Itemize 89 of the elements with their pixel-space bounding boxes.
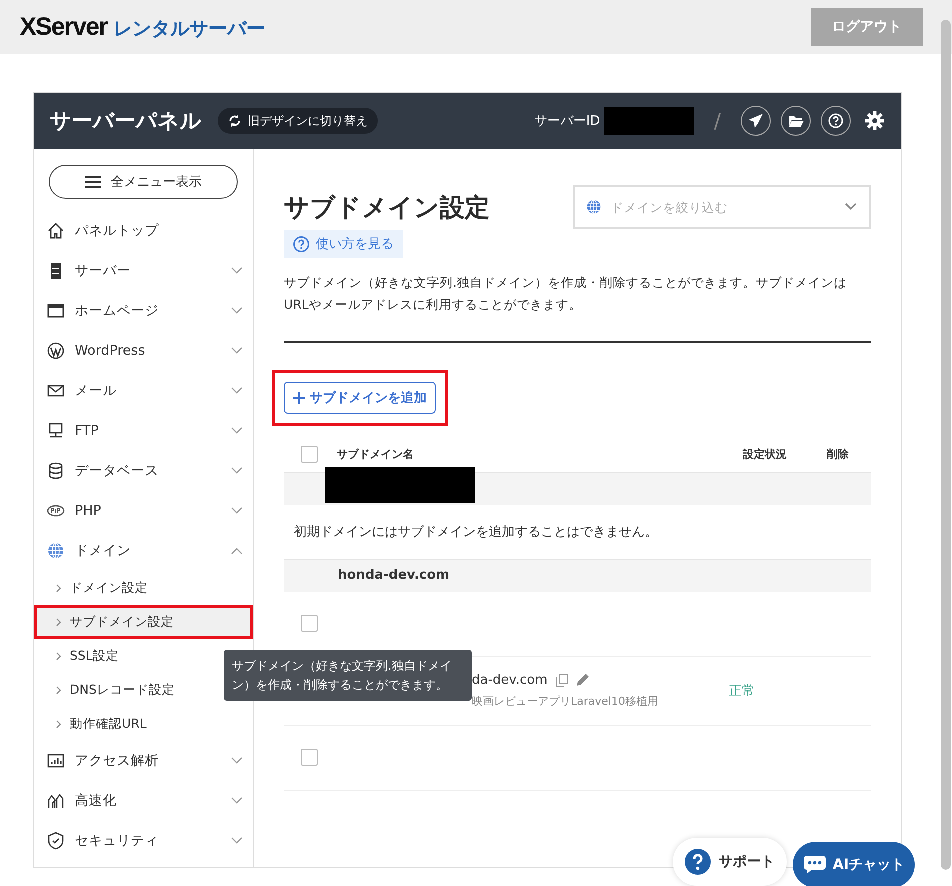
sidebar-item[interactable]: データベース xyxy=(34,451,253,491)
scrollbar[interactable] xyxy=(941,20,951,870)
description-text: サブドメイン（好きな文字列.独自ドメイン）を作成・削除することができます。サブドメインはURLやメールアドレスに利用することができます。 xyxy=(284,274,848,314)
caret-down-icon xyxy=(845,203,857,211)
sidebar-item[interactable]: ドメイン xyxy=(34,531,253,571)
row-checkbox[interactable] xyxy=(301,749,318,766)
home-icon xyxy=(47,222,65,240)
menu-icon xyxy=(85,176,101,188)
sidebar-item-label: データベース xyxy=(75,462,160,480)
submenu-item[interactable]: サブドメイン設定 xyxy=(34,605,253,639)
sidebar-item-label: ホームページ xyxy=(75,302,160,320)
send-icon[interactable] xyxy=(741,106,771,136)
chevron-right-icon xyxy=(56,720,62,728)
status-text: 正常 xyxy=(729,682,756,700)
browser-window-icon xyxy=(47,302,65,320)
sidebar-item-label: FTP xyxy=(75,423,100,439)
column-header: サブドメイン名 xyxy=(337,447,415,462)
add-subdomain-button[interactable]: サブドメインを追加 xyxy=(284,382,436,414)
chevron-right-icon xyxy=(56,584,62,592)
tooltip: サブドメイン（好きな文字列.独自ドメイン）を作成・削除することができます。 xyxy=(224,650,472,702)
sidebar-item-label: 高速化 xyxy=(75,792,118,810)
logo-wordmark[interactable]: XServer xyxy=(20,12,108,42)
row-checkbox[interactable] xyxy=(301,615,318,632)
sidebar-item[interactable]: パネルトップ xyxy=(34,211,253,251)
switch-design-button[interactable]: 旧デザインに切り替え xyxy=(218,108,378,134)
submenu-item[interactable]: 動作確認URL xyxy=(34,707,153,741)
sidebar-item[interactable]: WordPress xyxy=(34,331,253,371)
sidebar-item-label: メール xyxy=(75,382,118,400)
notice-text: 初期ドメインにはサブドメインを追加することはできません。 xyxy=(293,524,659,542)
server-id-label: サーバーID xyxy=(534,113,600,130)
refresh-icon xyxy=(228,114,242,128)
chat-bubble-icon xyxy=(803,855,827,875)
panel-title: サーバーパネル xyxy=(50,108,202,135)
submenu-item-label: DNSレコード設定 xyxy=(70,682,175,698)
submenu-item[interactable]: ドメイン設定 xyxy=(34,571,154,605)
database-icon xyxy=(47,462,65,480)
submenu-item-label: 動作確認URL xyxy=(70,716,147,732)
shield-icon xyxy=(47,832,65,850)
domain-filter-dropdown[interactable]: ドメインを絞り込む xyxy=(573,185,871,229)
sidebar-item[interactable]: 高速化 xyxy=(34,781,253,821)
submenu-item[interactable]: DNSレコード設定 xyxy=(34,673,181,707)
wordpress-icon xyxy=(47,342,65,360)
sidebar-item[interactable]: ホームページ xyxy=(34,291,253,331)
settings-icon[interactable] xyxy=(865,111,885,131)
monitor-icon xyxy=(47,422,65,440)
sidebar-item[interactable]: FTP xyxy=(34,411,253,451)
chevron-right-icon xyxy=(56,618,62,626)
sidebar-item-label: ドメイン xyxy=(75,542,132,560)
ai-chat-button[interactable]: AIチャット xyxy=(793,842,916,886)
separator-slash: / xyxy=(714,109,721,133)
copy-icon[interactable] xyxy=(556,674,568,687)
support-button[interactable]: サポート xyxy=(673,838,787,886)
submenu-item-label: SSL設定 xyxy=(70,648,119,664)
globe-icon xyxy=(586,199,602,215)
sidebar-item[interactable]: セキュリティ xyxy=(34,821,253,861)
plus-icon xyxy=(293,392,305,404)
domain-name: honda-dev.com xyxy=(338,568,450,584)
sidebar-item-label: パネルトップ xyxy=(75,222,160,240)
sidebar-item[interactable]: PHP xyxy=(34,491,253,531)
column-header: 設定状況 xyxy=(743,447,788,462)
submenu-item-label: サブドメイン設定 xyxy=(70,614,174,630)
sidebar-item-label: サーバー xyxy=(75,262,132,280)
sidebar-item[interactable]: メール xyxy=(34,371,253,411)
sidebar-item[interactable]: アクセス解析 xyxy=(34,741,253,781)
memo-text: 映画レビューアプリLaravel10移植用 xyxy=(472,694,660,709)
sidebar-item-label: PHP xyxy=(75,503,102,519)
help-icon[interactable] xyxy=(821,106,851,136)
sidebar-item-label: WordPress xyxy=(75,343,146,359)
select-all-checkbox[interactable] xyxy=(301,446,318,464)
sidebar-item-label: セキュリティ xyxy=(75,832,160,850)
arrows-up-icon xyxy=(47,792,65,810)
sidebar-item-label: アクセス解析 xyxy=(75,752,160,770)
globe-icon xyxy=(47,542,65,560)
page-title: サブドメイン設定 xyxy=(284,192,490,224)
sidebar-item[interactable]: サーバー xyxy=(34,251,253,291)
bar-chart-icon xyxy=(47,752,65,770)
help-icon xyxy=(293,236,310,252)
pencil-icon[interactable] xyxy=(576,673,590,688)
chevron-right-icon xyxy=(56,686,62,694)
submenu-item-label: ドメイン設定 xyxy=(70,580,148,596)
subdomain-name: da-dev.com xyxy=(472,672,548,688)
help-icon xyxy=(685,849,711,875)
all-menu-button[interactable]: 全メニュー表示 xyxy=(49,165,238,199)
logo-subtitle: レンタルサーバー xyxy=(114,16,266,42)
chevron-right-icon xyxy=(56,652,62,660)
folder-icon[interactable] xyxy=(781,106,811,136)
submenu-item[interactable]: SSL設定 xyxy=(34,639,125,673)
help-link[interactable]: 使い方を見る xyxy=(284,230,403,258)
column-header: 削除 xyxy=(827,447,850,462)
